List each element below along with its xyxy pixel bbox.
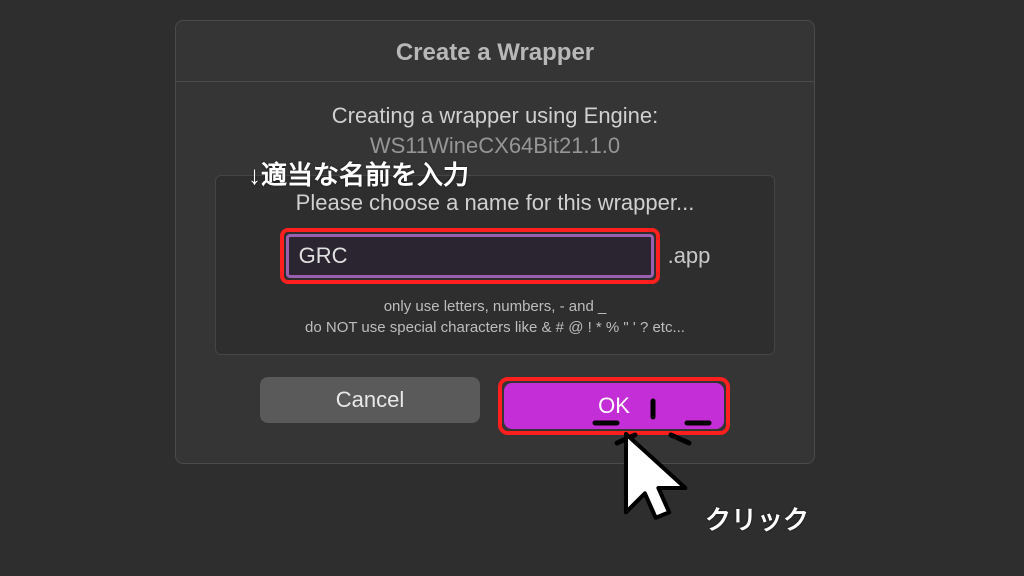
ok-highlight-box: OK (498, 377, 730, 435)
ok-button[interactable]: OK (504, 383, 724, 429)
dialog-title: Create a Wrapper (396, 39, 594, 66)
hint-forbidden-chars: do NOT use special characters like & # @… (234, 319, 756, 336)
annotation-input-hint: ↓適当な名前を入力 (248, 155, 469, 192)
dialog-body: Creating a wrapper using Engine: WS11Win… (176, 82, 814, 435)
hint-allowed-chars: only use letters, numbers, - and _ (234, 298, 756, 315)
name-input-panel: Please choose a name for this wrapper...… (215, 175, 775, 355)
create-wrapper-dialog: Create a Wrapper Creating a wrapper usin… (175, 20, 815, 464)
wrapper-name-input[interactable] (286, 234, 654, 278)
input-row: .app (234, 228, 756, 284)
app-suffix: .app (668, 243, 711, 269)
annotation-click-hint: クリック (705, 500, 809, 537)
dialog-title-bar: Create a Wrapper (176, 21, 814, 82)
engine-label: Creating a wrapper using Engine: (204, 102, 786, 131)
input-highlight-box (280, 228, 660, 284)
button-row: Cancel OK (204, 377, 786, 435)
cancel-button[interactable]: Cancel (260, 377, 480, 423)
prompt-text: Please choose a name for this wrapper... (234, 190, 756, 216)
